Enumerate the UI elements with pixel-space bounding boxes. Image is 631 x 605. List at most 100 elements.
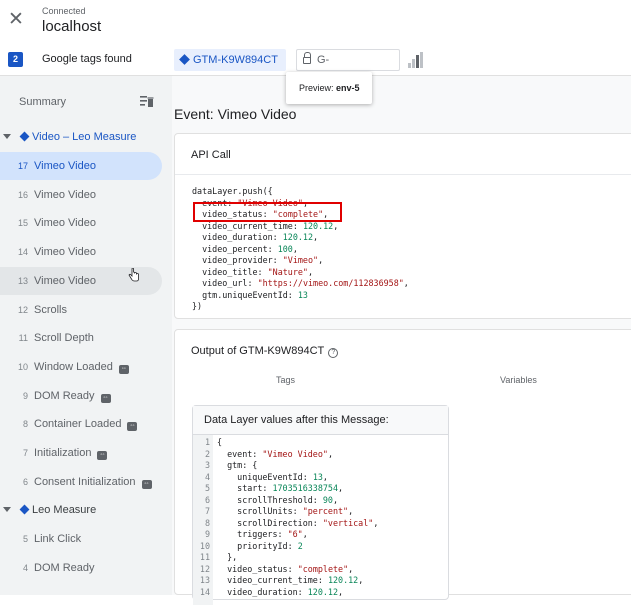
output-heading: Output of GTM-K9W894CT? [191, 345, 339, 358]
main-panel: Event: Vimeo Video API Call dataLayer.pu… [172, 76, 631, 605]
event-label: Initialization [34, 447, 92, 459]
code-line: gtm.uniqueEventId: 13 [192, 289, 308, 300]
line-number: 4 [204, 471, 210, 482]
event-label: Vimeo Video [34, 246, 96, 258]
event-item-17[interactable]: 17 Vimeo Video [0, 152, 162, 180]
event-number: 17 [17, 161, 28, 171]
group-label: Leo Measure [32, 504, 97, 516]
event-label: Vimeo Video [34, 275, 96, 287]
code-line: triggers: "6", [217, 529, 308, 539]
code-line: { [217, 437, 223, 447]
event-number: 8 [22, 419, 28, 429]
line-number: 13 [199, 575, 210, 585]
event-number: 9 [22, 391, 28, 401]
event-label: DOM Ready [34, 390, 95, 402]
event-label: Scroll Depth [34, 332, 94, 344]
hand-cursor-icon [128, 268, 139, 282]
api-call-card: API Call dataLayer.push({ event: "Vimeo … [174, 133, 631, 319]
data-layer-panel: Data Layer values after this Message: 12… [192, 405, 449, 605]
event-label: Link Click [34, 533, 82, 545]
code-line: video_current_time: 120.12, [217, 575, 364, 585]
code-line: video_provider: "Vimeo", [192, 255, 324, 265]
code-line: video_current_time: 120.12, [192, 220, 339, 231]
gtm-diamond-icon [179, 54, 190, 65]
event-item-14[interactable]: 14 Vimeo Video [0, 238, 162, 266]
caret-down-icon [3, 507, 11, 512]
event-item-5[interactable]: 5 Link Click [0, 525, 162, 553]
tab-variables[interactable]: Variables [500, 375, 537, 385]
group-leo-measure[interactable]: Leo Measure [0, 504, 96, 524]
event-item-11[interactable]: 11 Scroll Depth [0, 324, 162, 352]
code-line: scrollDirection: "vertical", [217, 517, 379, 528]
event-number: 15 [17, 218, 28, 228]
line-number: 11 [199, 552, 210, 562]
code-line: uniqueEventId: 13, [217, 471, 328, 482]
line-number: 12 [199, 563, 210, 574]
tag-count-icon: ◦◦ [100, 394, 111, 403]
code-line: priorityId: 2 [217, 540, 303, 551]
group-label: Video – Leo Measure [32, 131, 137, 143]
code-line: video_duration: 120.12, [217, 586, 344, 597]
event-label: Vimeo Video [34, 189, 96, 201]
event-item-6[interactable]: 6 Consent Initialization ◦◦ [0, 468, 162, 496]
highlight-box [193, 202, 342, 222]
event-item-4[interactable]: 4 DOM Ready [0, 554, 162, 582]
event-item-10[interactable]: 10 Window Loaded ◦◦ [0, 353, 162, 381]
event-title: Event: Vimeo Video [174, 106, 297, 122]
line-number: 8 [204, 517, 210, 528]
help-icon[interactable]: ? [328, 348, 339, 358]
ga-tag-chip[interactable]: G-9MBF8T56HZ [296, 49, 400, 86]
event-item-16[interactable]: 16 Vimeo Video [0, 181, 162, 209]
close-icon[interactable]: ✕ [8, 9, 24, 31]
event-number: 11 [18, 333, 28, 343]
tag-count-badge: 2 [8, 52, 23, 67]
code-line: scrollThreshold: 90, [217, 494, 339, 505]
line-number: 9 [204, 529, 210, 539]
preview-tooltip: Preview: env-5 [286, 72, 372, 104]
event-number: 12 [17, 305, 28, 315]
code-line: video_status: "complete", [217, 563, 354, 574]
event-label: Vimeo Video [34, 160, 96, 172]
code-line: video_duration: 120.12, [192, 232, 319, 242]
code-line: }) [192, 301, 203, 311]
event-label: Window Loaded [34, 361, 113, 373]
line-number: 14 [199, 586, 210, 597]
host-label: localhost [42, 18, 102, 35]
line-number: 7 [204, 506, 210, 516]
code-line: scrollUnits: "percent", [217, 506, 354, 516]
code-line: dataLayer.push({ [192, 186, 273, 196]
lock-icon [303, 52, 311, 64]
connected-label: Connected [42, 6, 86, 16]
tab-tags[interactable]: Tags [276, 375, 295, 385]
event-label: Vimeo Video [34, 217, 96, 229]
line-numbers: 1 2 3 4 5 6 7 8 9 10 11 12 13 14 [193, 437, 210, 598]
group-video-leo-measure[interactable]: Video – Leo Measure [0, 131, 136, 151]
gtm-container-chip[interactable]: GTM-K9W894CT [174, 49, 286, 71]
event-label: Consent Initialization [34, 476, 136, 488]
gtm-id: GTM-K9W894CT [193, 54, 278, 66]
event-number: 13 [17, 276, 28, 286]
api-call-heading: API Call [191, 149, 231, 161]
event-item-8[interactable]: 8 Container Loaded ◦◦ [0, 410, 162, 438]
event-label: DOM Ready [34, 562, 95, 574]
event-number: 6 [22, 477, 28, 487]
caret-down-icon [3, 134, 11, 139]
line-number: 1 [204, 437, 210, 447]
tag-count-icon: ◦◦ [118, 365, 129, 374]
event-item-7[interactable]: 7 Initialization ◦◦ [0, 439, 162, 467]
output-card: Output of GTM-K9W894CT? Tags Variables D… [174, 329, 631, 605]
code-line: event: "Vimeo Video", [217, 448, 333, 459]
tag-count-icon: ◦◦ [127, 422, 138, 431]
code-line: video_url: "https://vimeo.com/112836958"… [192, 278, 409, 288]
event-item-9[interactable]: 9 DOM Ready ◦◦ [0, 382, 162, 410]
summary-item[interactable]: Summary [19, 96, 66, 108]
event-number: 16 [17, 190, 28, 200]
clear-list-icon[interactable] [140, 95, 154, 108]
line-number: 3 [204, 460, 210, 470]
event-item-12[interactable]: 12 Scrolls [0, 296, 162, 324]
event-label: Scrolls [34, 304, 68, 316]
event-number: 7 [22, 448, 28, 458]
event-item-15[interactable]: 15 Vimeo Video [0, 209, 162, 237]
divider [175, 174, 631, 175]
event-number: 4 [22, 563, 28, 573]
